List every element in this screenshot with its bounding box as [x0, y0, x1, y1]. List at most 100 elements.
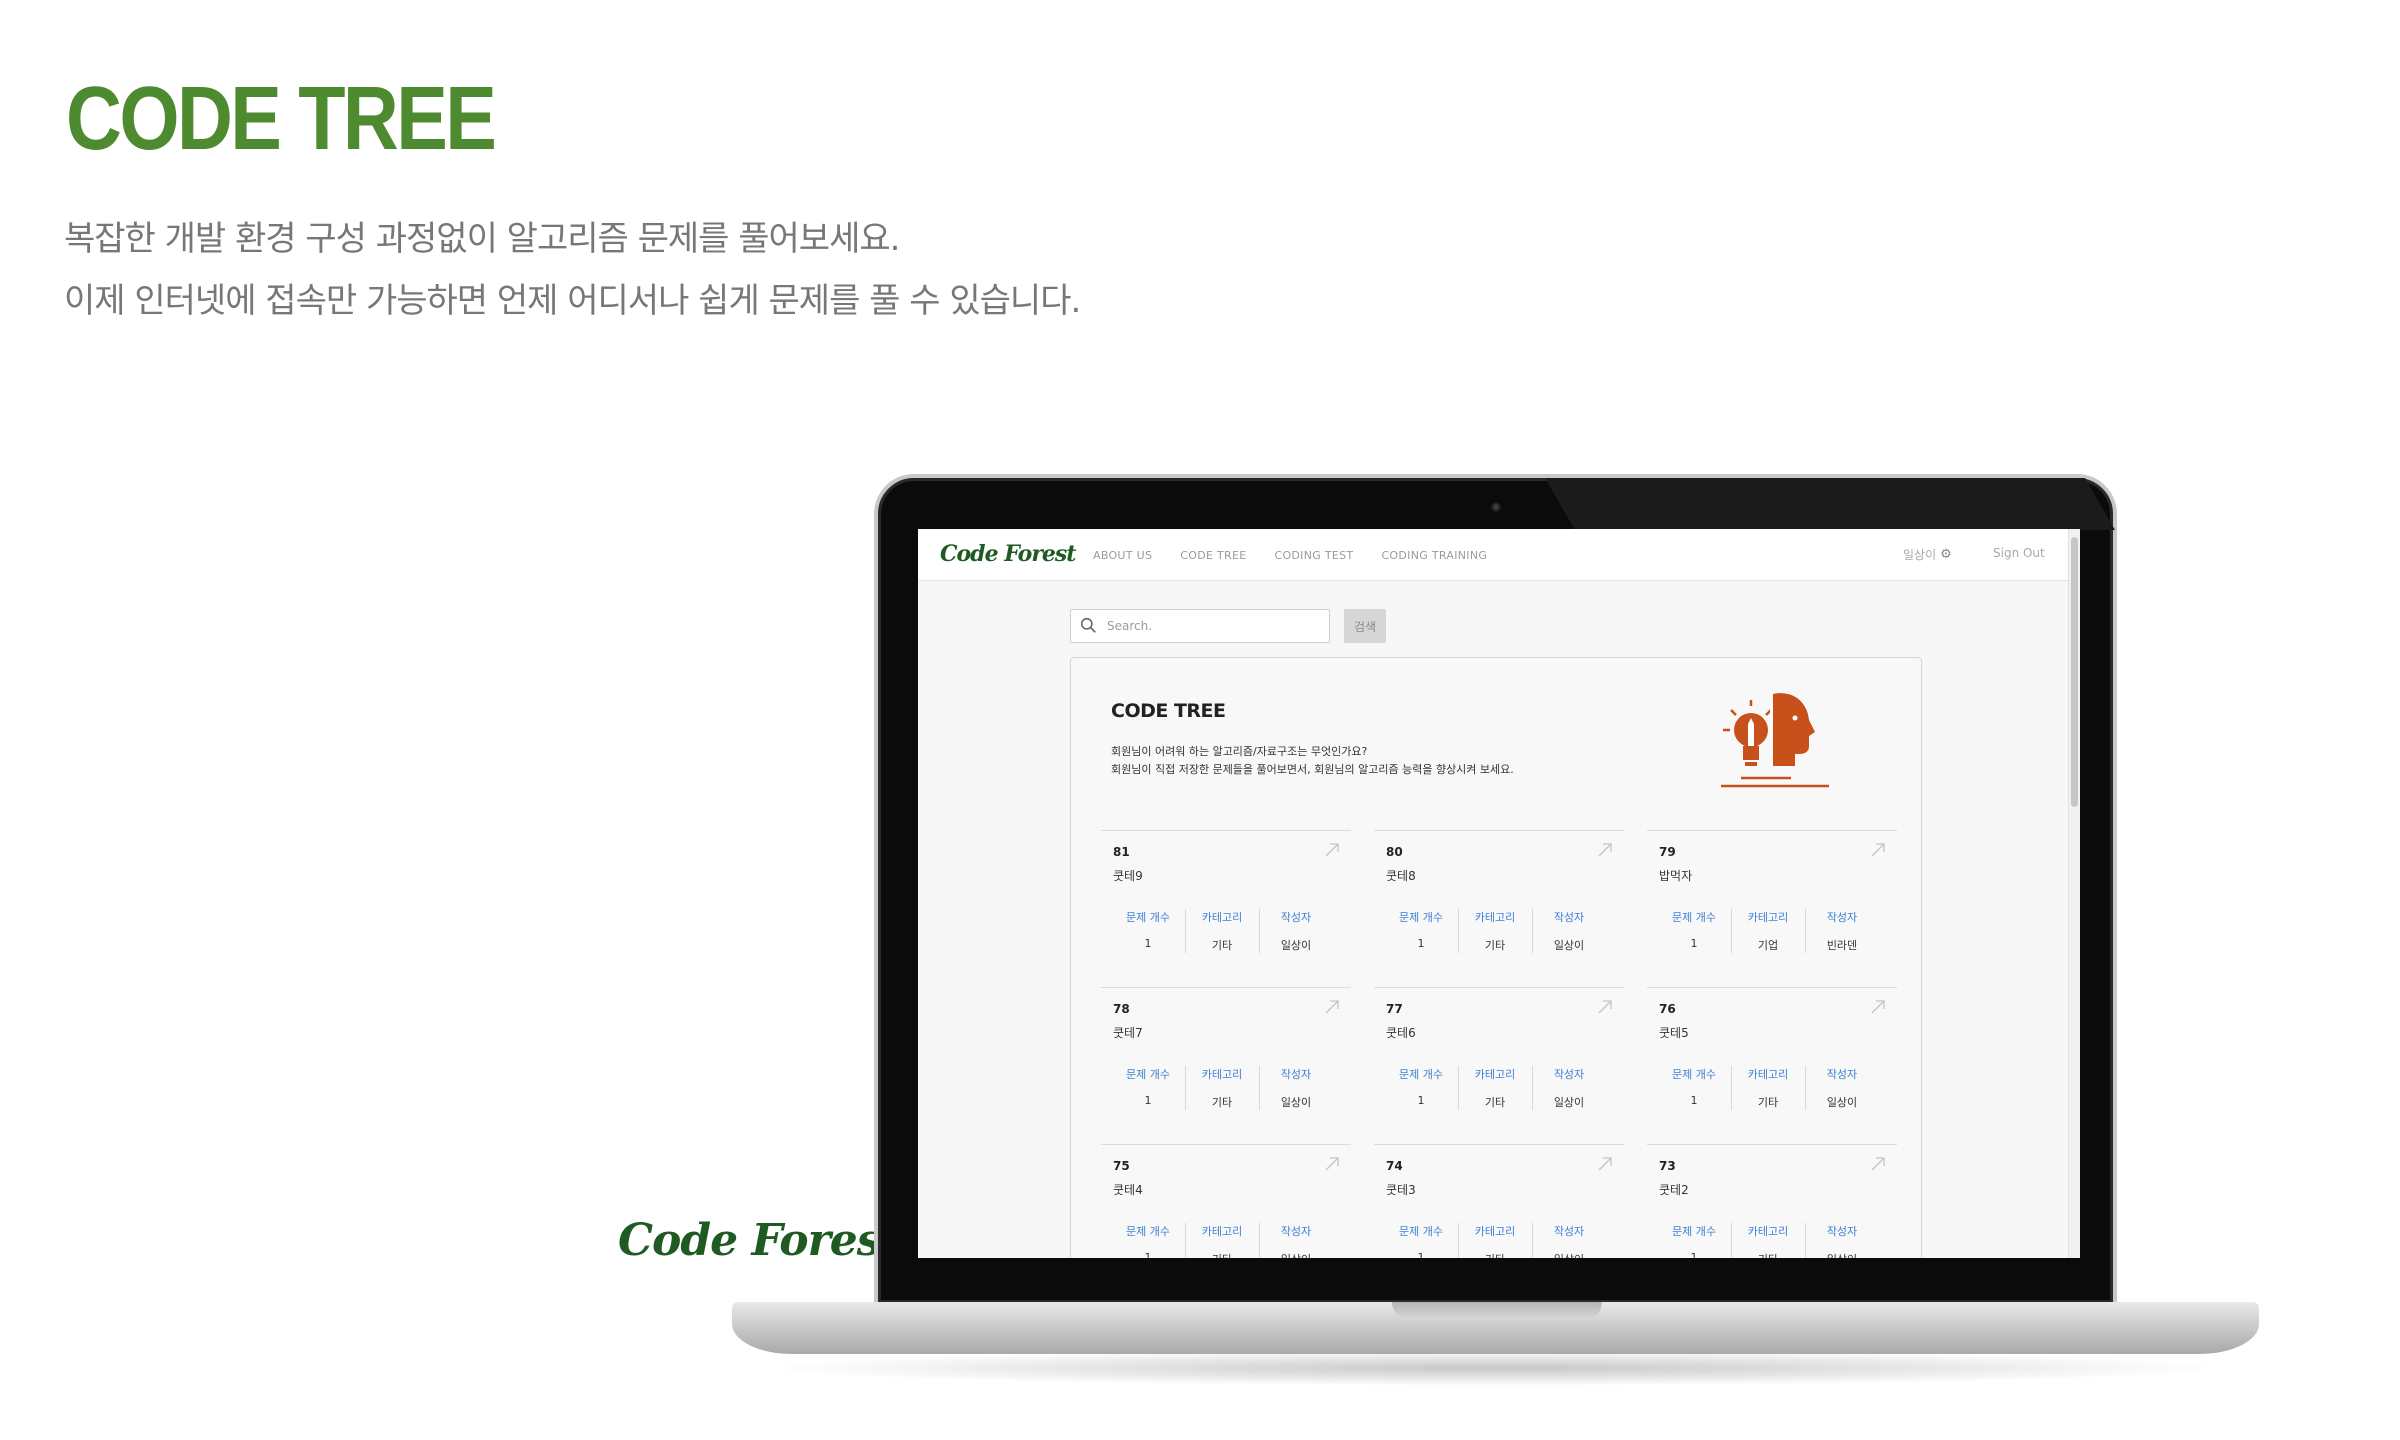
- laptop-notch: [1392, 1302, 1602, 1320]
- nav-logo[interactable]: Code Forest: [940, 541, 1076, 567]
- code-tree-card[interactable]: 79 밥먹자 문제 개수 1 카테고리 기업 작성자 빈라덴: [1647, 830, 1897, 970]
- stat-value: 기타: [1484, 1096, 1506, 1109]
- laptop-screen: Code Forest ABOUT US CODE TREE CODING TE…: [918, 529, 2080, 1258]
- nav-menu: ABOUT US CODE TREE CODING TEST CODING TR…: [1093, 549, 1487, 562]
- code-tree-card[interactable]: 78 쿳테7 문제 개수 1 카테고리 기타 작성자 일상이: [1101, 987, 1351, 1127]
- stat-category: 카테고리기타: [1458, 909, 1532, 953]
- stat-label: 카테고리: [1201, 1225, 1243, 1238]
- stat-value: 1: [1144, 1251, 1152, 1258]
- card-id: 80: [1386, 845, 1403, 859]
- card-id: 78: [1113, 1002, 1130, 1016]
- code-tree-card[interactable]: 76 쿳테5 문제 개수 1 카테고리 기타 작성자 일상이: [1647, 987, 1897, 1127]
- user-menu[interactable]: 일상이 ⚙: [1903, 546, 1952, 563]
- stat-label: 카테고리: [1747, 911, 1789, 924]
- arrow-up-right-icon[interactable]: [1869, 841, 1887, 859]
- arrow-up-right-icon[interactable]: [1596, 841, 1614, 859]
- stat-label: 작성자: [1553, 911, 1585, 924]
- user-name: 일상이: [1903, 548, 1937, 562]
- card-name: 쿳테8: [1386, 869, 1416, 883]
- stat-label: 문제 개수: [1672, 911, 1716, 924]
- stat-value: 기타: [1185, 1251, 1259, 1258]
- stat-label: 작성자: [1553, 1225, 1585, 1238]
- nav-item-coding-test[interactable]: CODING TEST: [1274, 549, 1353, 562]
- stat-value: 일상이: [1805, 1251, 1879, 1258]
- scrollbar[interactable]: [2068, 529, 2080, 1258]
- stat-value: 일상이: [1280, 939, 1312, 952]
- stat-value: 일상이: [1826, 1096, 1858, 1109]
- stat-problem-count: 문제 개수 1: [1657, 909, 1731, 950]
- stat-author: 작성자일상이: [1805, 1066, 1879, 1110]
- stat-value: 기타: [1458, 1251, 1532, 1258]
- stat-value: 기타: [1211, 1096, 1233, 1109]
- code-tree-card[interactable]: 75쿳테4문제 개수1카테고리기타작성자일상이: [1101, 1144, 1351, 1258]
- gear-icon[interactable]: ⚙: [1940, 547, 1952, 562]
- stat-author: 작성자일상이: [1532, 1223, 1606, 1258]
- code-tree-card[interactable]: 81 쿳테9 문제 개수 1 카테고리 기타 작성자 일상이: [1101, 830, 1351, 970]
- scrollbar-thumb[interactable]: [2071, 537, 2078, 807]
- code-tree-card[interactable]: 80 쿳테8 문제 개수 1 카테고리 기타 작성자 일상이: [1374, 830, 1624, 970]
- stat-problem-count: 문제 개수 1: [1111, 909, 1185, 950]
- panel-description-line-1: 회원님이 어려워 하는 알고리즘/자료구조는 무엇인가요?: [1111, 745, 1368, 758]
- screen-glare: [1544, 478, 2116, 530]
- arrow-up-right-icon[interactable]: [1323, 1155, 1341, 1173]
- stat-value: 1: [1690, 1094, 1698, 1107]
- camera-icon: [1491, 502, 1501, 512]
- stat-label: 작성자: [1553, 1068, 1585, 1081]
- search-button[interactable]: 검색: [1344, 609, 1386, 643]
- stat-label: 카테고리: [1474, 911, 1516, 924]
- hero-description-line-2: 이제 인터넷에 접속만 가능하면 언제 어디서나 쉽게 문제를 풀 수 있습니다…: [64, 281, 1081, 321]
- nav-item-about-us[interactable]: ABOUT US: [1093, 549, 1152, 562]
- stat-problem-count: 문제 개수 1: [1657, 1223, 1731, 1258]
- code-tree-card[interactable]: 74 쿳테3 문제 개수1 카테고리기타작성자일상이: [1374, 1144, 1624, 1258]
- nav-item-coding-training[interactable]: CODING TRAINING: [1381, 549, 1487, 562]
- stat-problem-count: 문제 개수 1: [1111, 1066, 1185, 1107]
- stat-value: 일상이: [1280, 1096, 1312, 1109]
- laptop-shadow: [760, 1350, 2230, 1386]
- stat-problem-count: 문제 개수 1: [1384, 909, 1458, 950]
- top-navigation: Code Forest ABOUT US CODE TREE CODING TE…: [918, 529, 2068, 581]
- arrow-up-right-icon[interactable]: [1596, 998, 1614, 1016]
- stat-value: 1: [1417, 1251, 1425, 1258]
- stat-label: 카테고리: [1474, 1068, 1516, 1081]
- panel-title: CODE TREE: [1111, 700, 1226, 722]
- sign-out-link[interactable]: Sign Out: [1993, 546, 2045, 560]
- code-tree-card[interactable]: 73쿳테2문제 개수1카테고리기타작성자일상이: [1647, 1144, 1897, 1258]
- search-icon: [1080, 617, 1096, 633]
- stat-author: 작성자일상이: [1805, 1223, 1879, 1258]
- card-name: 쿳테6: [1386, 1026, 1416, 1040]
- card-id: 76: [1659, 1002, 1676, 1016]
- card-id: 79: [1659, 845, 1676, 859]
- stat-category: 카테고리기타: [1731, 1223, 1805, 1258]
- stat-problem-count: 문제 개수 1: [1384, 1223, 1458, 1258]
- card-name: 쿳테4: [1113, 1183, 1143, 1197]
- arrow-up-right-icon[interactable]: [1869, 1155, 1887, 1173]
- stat-label: 문제 개수: [1399, 911, 1443, 924]
- stat-category: 카테고리기타: [1731, 1066, 1805, 1110]
- stat-label: 문제 개수: [1126, 1068, 1170, 1081]
- search-input[interactable]: [1107, 616, 1317, 636]
- stat-label: 카테고리: [1474, 1225, 1516, 1238]
- arrow-up-right-icon[interactable]: [1596, 1155, 1614, 1173]
- code-tree-card[interactable]: 77 쿳테6 문제 개수 1 카테고리 기타 작성자 일상이: [1374, 987, 1624, 1127]
- arrow-up-right-icon[interactable]: [1323, 998, 1341, 1016]
- stat-value: 기타: [1211, 939, 1233, 952]
- stat-category: 카테고리기타: [1185, 1223, 1259, 1258]
- stat-label: 작성자: [1280, 1068, 1312, 1081]
- stat-label: 작성자: [1826, 1225, 1858, 1238]
- stat-label: 문제 개수: [1126, 1225, 1170, 1238]
- card-id: 74: [1386, 1159, 1403, 1173]
- stat-value: 1: [1417, 937, 1425, 950]
- arrow-up-right-icon[interactable]: [1869, 998, 1887, 1016]
- stat-label: 작성자: [1280, 911, 1312, 924]
- card-name: 쿳테2: [1659, 1183, 1689, 1197]
- stat-author: 작성자 빈라덴: [1805, 909, 1879, 953]
- arrow-up-right-icon[interactable]: [1323, 841, 1341, 859]
- stat-label: 카테고리: [1201, 911, 1243, 924]
- hero-description: 복잡한 개발 환경 구성 과정없이 알고리즘 문제를 풀어보세요. 이제 인터넷…: [64, 208, 1081, 332]
- stat-label: 문제 개수: [1672, 1225, 1716, 1238]
- card-name: 쿳테3: [1386, 1183, 1416, 1197]
- nav-item-code-tree[interactable]: CODE TREE: [1180, 549, 1246, 562]
- stat-value: 일상이: [1259, 1251, 1333, 1258]
- stat-value: 기타: [1731, 1251, 1805, 1258]
- hero-description-line-1: 복잡한 개발 환경 구성 과정없이 알고리즘 문제를 풀어보세요.: [64, 219, 900, 259]
